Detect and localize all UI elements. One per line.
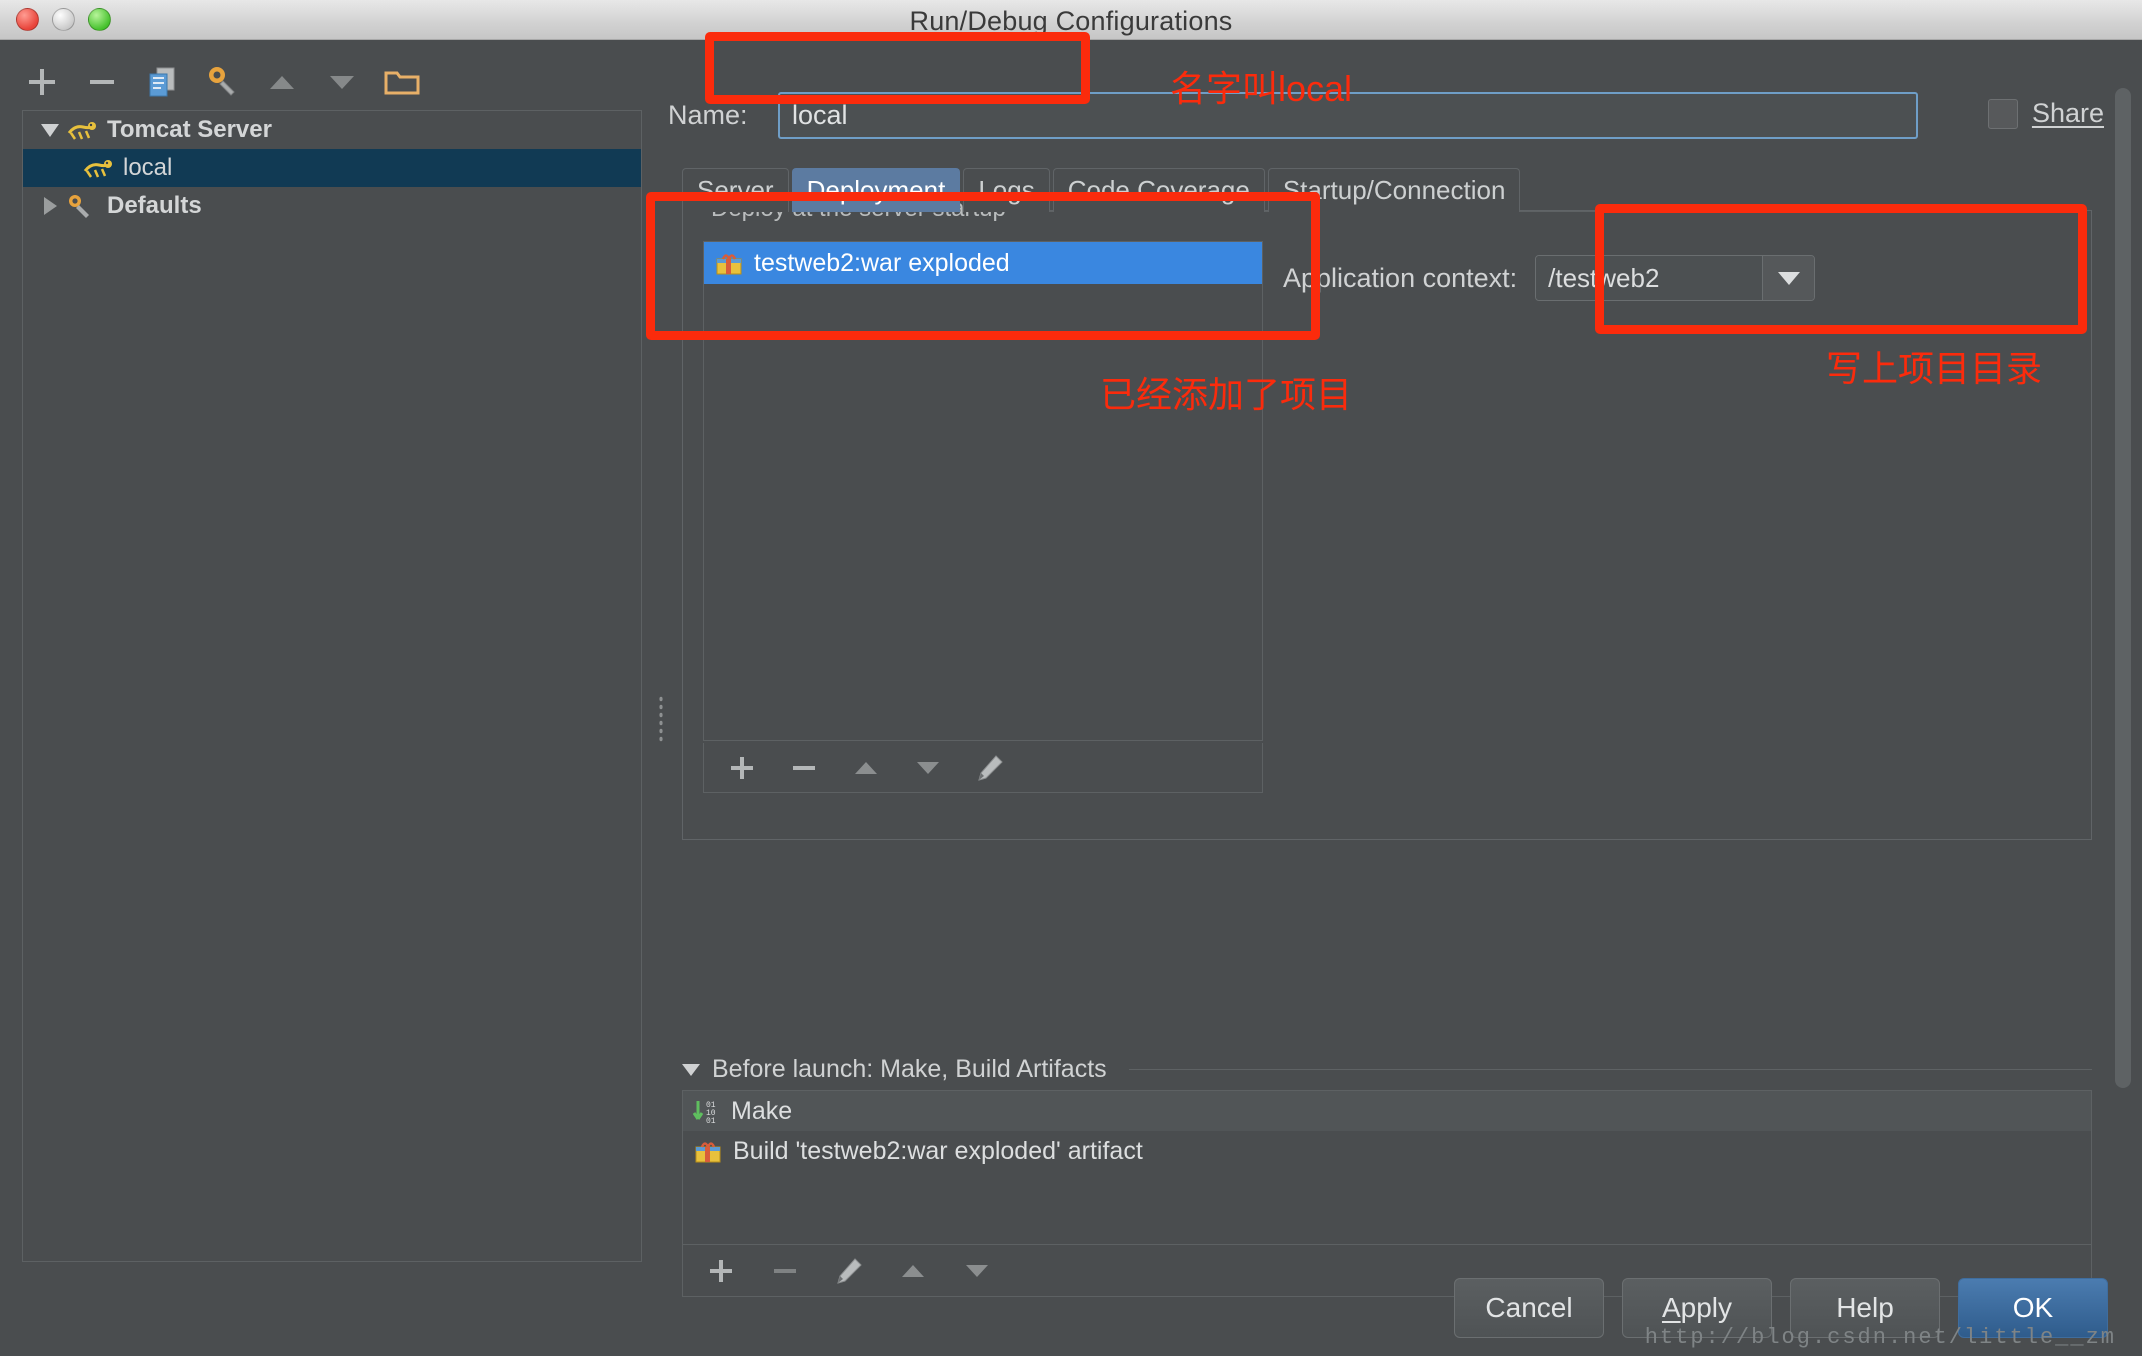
- configurations-toolbar: [22, 62, 422, 102]
- expand-arrow-icon[interactable]: [35, 123, 65, 137]
- artifact-label: testweb2:war exploded: [754, 248, 1010, 277]
- editor-scrollbar[interactable]: [2112, 88, 2134, 1248]
- tree-node-defaults[interactable]: Defaults: [23, 187, 641, 225]
- tree-node-tomcat-server[interactable]: Tomcat Server: [23, 111, 641, 149]
- task-move-down-button[interactable]: [957, 1251, 997, 1291]
- application-context-value[interactable]: /testweb2: [1536, 256, 1763, 300]
- add-configuration-button[interactable]: [22, 62, 62, 102]
- remove-task-button[interactable]: [765, 1251, 805, 1291]
- tab-logs[interactable]: Logs: [963, 168, 1050, 212]
- chevron-down-icon: [1777, 271, 1800, 285]
- header-divider: [1128, 1069, 2092, 1070]
- compile-icon: 01 10 01: [693, 1101, 716, 1124]
- create-folder-button[interactable]: [382, 62, 422, 102]
- copy-configuration-button[interactable]: [142, 62, 182, 102]
- wrench-icon: [69, 195, 89, 218]
- remove-configuration-button[interactable]: [82, 62, 122, 102]
- annotation-context-note: 写上项目目录: [1826, 348, 2043, 389]
- tab-code-coverage[interactable]: Code Coverage: [1052, 168, 1265, 212]
- plus-icon: [731, 756, 753, 779]
- svg-text:01: 01: [706, 1117, 716, 1124]
- task-label: Build 'testweb2:war exploded' artifact: [733, 1136, 1143, 1165]
- artifact-icon: [695, 1142, 721, 1163]
- window-title: Run/Debug Configurations: [909, 6, 1233, 36]
- tomcat-icon: [67, 122, 97, 140]
- arrow-down-icon: [330, 75, 354, 89]
- artifact-move-down-button[interactable]: [908, 748, 948, 788]
- wrench-icon: [209, 67, 235, 96]
- share-checkbox-group[interactable]: Share: [1987, 98, 2104, 129]
- arrow-up-icon: [270, 75, 294, 89]
- remove-artifact-button[interactable]: [784, 748, 824, 788]
- before-launch-header[interactable]: Before launch: Make, Build Artifacts: [682, 1055, 2092, 1084]
- list-item[interactable]: Build 'testweb2:war exploded' artifact: [683, 1131, 2091, 1171]
- tree-node-label: Tomcat Server: [107, 116, 272, 143]
- configurations-tree[interactable]: Tomcat Server local Defaults: [22, 110, 642, 1262]
- tree-node-label: Defaults: [107, 192, 202, 219]
- plus-icon: [710, 1259, 732, 1282]
- list-item[interactable]: 01 10 01 Make: [683, 1091, 2091, 1131]
- apply-mnemonic: A: [1661, 1292, 1681, 1323]
- annotation-name-note: 名字叫local: [1170, 68, 1353, 109]
- arrow-up-icon: [902, 1264, 924, 1277]
- panel-splitter[interactable]: [654, 110, 668, 1262]
- minus-icon: [774, 1260, 796, 1282]
- scrollbar-thumb[interactable]: [2115, 88, 2131, 1088]
- copy-icon: [149, 67, 175, 97]
- artifact-move-up-button[interactable]: [846, 748, 886, 788]
- application-context-label: Application context:: [1283, 262, 1518, 293]
- arrow-down-icon: [966, 1264, 988, 1277]
- annotation-artifact-note: 已经添加了项目: [1100, 374, 1353, 415]
- splitter-grip-icon: [658, 695, 664, 743]
- folder-icon: [384, 71, 420, 95]
- plus-icon: [29, 69, 55, 95]
- cancel-button[interactable]: Cancel: [1454, 1278, 1604, 1338]
- configuration-editor: Name: Share Server Deployment Logs Code …: [668, 40, 2142, 1356]
- arrow-up-icon: [855, 761, 877, 774]
- list-item[interactable]: testweb2:war exploded: [704, 242, 1262, 284]
- tab-startup-connection[interactable]: Startup/Connection: [1267, 168, 1521, 212]
- pencil-icon: [978, 754, 1003, 781]
- arrow-down-icon: [917, 761, 939, 774]
- move-up-button[interactable]: [262, 62, 302, 102]
- configuration-tabs[interactable]: Server Deployment Logs Code Coverage Sta…: [682, 168, 1521, 212]
- edit-task-button[interactable]: [829, 1251, 869, 1291]
- before-launch-tasks-list[interactable]: 01 10 01 Make Build 'testweb2:war explod…: [682, 1090, 2092, 1245]
- run-debug-configurations-dialog: Run/Debug Configurations Tomcat Server l…: [0, 0, 2142, 1356]
- artifact-icon: [716, 254, 742, 275]
- application-context-row: Application context: /testweb2: [1283, 255, 1816, 301]
- tomcat-icon: [83, 160, 113, 178]
- tab-server[interactable]: Server: [682, 168, 789, 212]
- tree-node-label: local: [123, 154, 173, 181]
- task-move-up-button[interactable]: [893, 1251, 933, 1291]
- move-down-button[interactable]: [322, 62, 362, 102]
- watermark: http://blog.csdn.net/little__zm: [1644, 1325, 2116, 1350]
- task-label: Make: [731, 1096, 793, 1125]
- minus-icon: [89, 69, 115, 95]
- edit-artifact-button[interactable]: [970, 748, 1010, 788]
- before-launch-title: Before launch: Make, Build Artifacts: [712, 1055, 1107, 1083]
- application-context-combo[interactable]: /testweb2: [1535, 255, 1816, 301]
- application-context-dropdown-button[interactable]: [1762, 256, 1815, 300]
- pencil-icon: [837, 1257, 862, 1284]
- deployment-artifacts-list[interactable]: testweb2:war exploded: [703, 241, 1263, 741]
- dialog-body: Tomcat Server local Defaults Name: local…: [0, 40, 2142, 1356]
- artifacts-toolbar: [703, 743, 1263, 793]
- chevron-down-icon[interactable]: [682, 1063, 700, 1076]
- tab-deployment[interactable]: Deployment: [791, 168, 961, 212]
- tree-node-local[interactable]: local: [23, 149, 641, 187]
- add-task-button[interactable]: [701, 1251, 741, 1291]
- minus-icon: [793, 757, 815, 779]
- add-artifact-button[interactable]: [722, 748, 762, 788]
- deployment-tab-panel: Deploy at the server startup testweb2:wa…: [682, 195, 2092, 840]
- collapse-arrow-icon[interactable]: [35, 197, 65, 215]
- name-label: Name:: [668, 100, 748, 130]
- window-titlebar: Run/Debug Configurations: [0, 0, 2142, 40]
- share-checkbox[interactable]: [1987, 98, 2018, 129]
- share-label: Share: [2031, 98, 2104, 128]
- edit-defaults-button[interactable]: [202, 62, 242, 102]
- apply-label-rest: pply: [1680, 1292, 1733, 1323]
